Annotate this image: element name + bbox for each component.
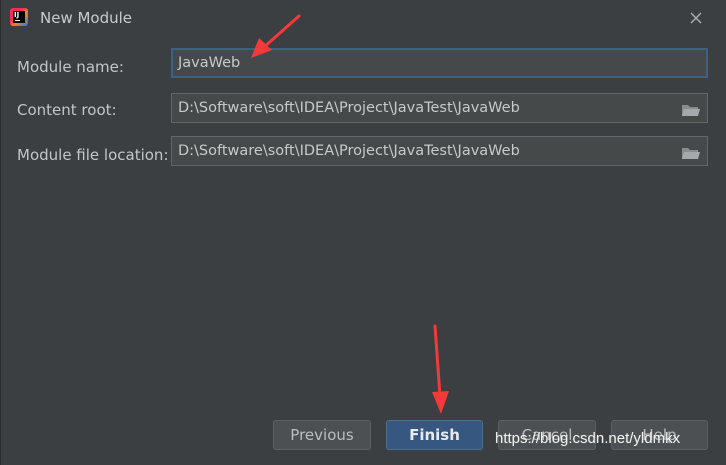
- title-bar: IJ New Module: [1, 0, 726, 38]
- module-file-location-browse-button[interactable]: [681, 143, 701, 159]
- module-file-location-label: Module file location:: [17, 146, 169, 164]
- watermark: https://blog.csdn.net/yldmkx: [495, 430, 681, 447]
- module-name-value: JavaWeb: [178, 55, 241, 71]
- content-root-label: Content root:: [17, 101, 117, 119]
- close-button[interactable]: [684, 6, 708, 30]
- folder-icon: [682, 105, 700, 116]
- content-root-input[interactable]: D:\Software\soft\IDEA\Project\JavaTest\J…: [171, 93, 708, 123]
- close-icon: [690, 12, 702, 24]
- module-name-label: Module name:: [17, 58, 124, 76]
- module-file-location-value: D:\Software\soft\IDEA\Project\JavaTest\J…: [178, 143, 520, 159]
- new-module-dialog: IJ New Module Module name: JavaWeb Conte…: [0, 0, 726, 465]
- finish-button[interactable]: Finish: [386, 420, 483, 450]
- content-root-browse-button[interactable]: [681, 100, 701, 116]
- intellij-idea-icon: IJ: [10, 8, 28, 26]
- content-root-value: D:\Software\soft\IDEA\Project\JavaTest\J…: [178, 100, 520, 116]
- module-name-input[interactable]: JavaWeb: [171, 48, 708, 78]
- dialog-title: New Module: [40, 9, 133, 27]
- folder-icon: [682, 148, 700, 159]
- module-file-location-input[interactable]: D:\Software\soft\IDEA\Project\JavaTest\J…: [171, 136, 708, 166]
- previous-button[interactable]: Previous: [273, 420, 371, 450]
